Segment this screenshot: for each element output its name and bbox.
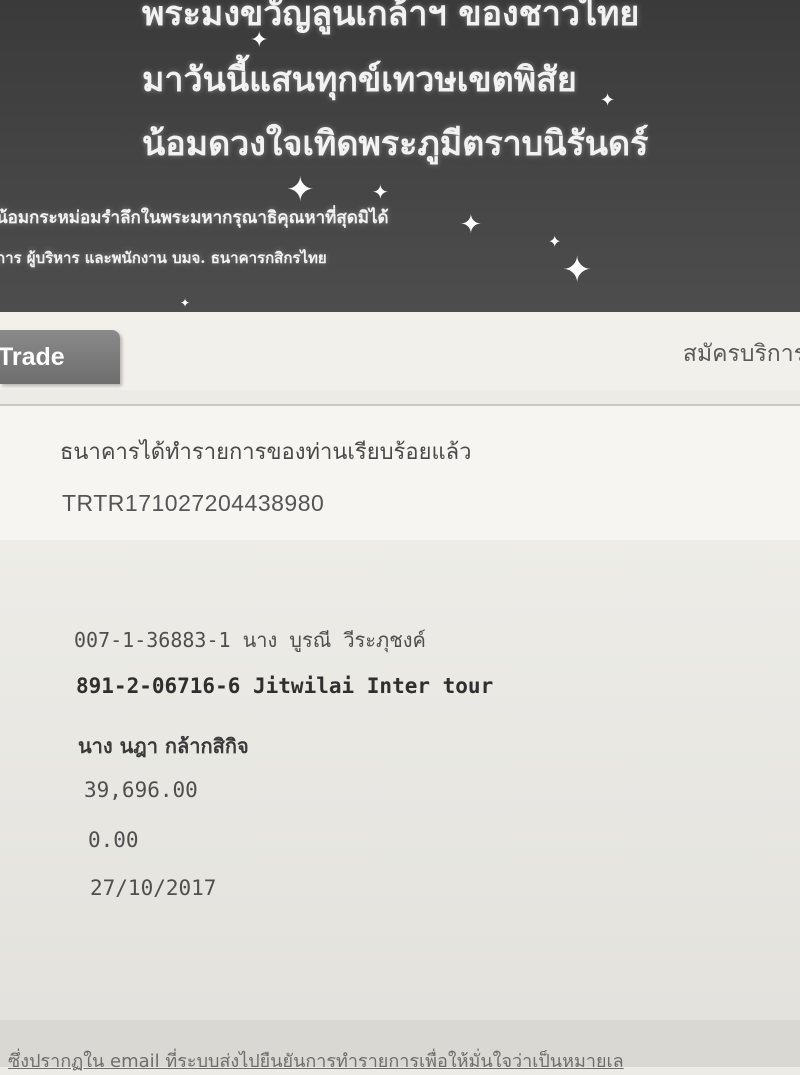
sparkle-icon: ✦	[600, 90, 616, 111]
sparkle-icon: ✦	[286, 170, 315, 210]
transfer-amount: 39,696.00	[84, 778, 198, 802]
memorial-banner: พระมงขวัญลูนเกล้าฯ ของชาวไทย มาวันนี้แสน…	[0, 0, 800, 312]
reference-number: TRTR171027204438980	[62, 490, 325, 516]
success-message: ธนาคารได้ทำรายการของท่านเรียบร้อยแล้ว	[60, 440, 472, 465]
from-account: 007-1-36883-1 นาง บูรณี วีระภุชงค์	[74, 628, 426, 652]
recipient-name: นาง นฎา กล้ากสิกิจ	[78, 734, 249, 758]
sparkle-icon: ✦	[180, 296, 191, 310]
transaction-date: 27/10/2017	[90, 876, 217, 900]
transaction-result-panel: ธนาคารได้ทำรายการของท่านเรียบร้อยแล้ว TR…	[0, 404, 800, 542]
tab-trade-label: Trade	[0, 343, 65, 371]
sparkle-icon: ✦	[562, 250, 593, 291]
to-account: 891-2-06716-6 Jitwilai Inter tour	[76, 674, 494, 698]
transaction-details: 007-1-36883-1 นาง บูรณี วีระภุชงค์ 891-2…	[0, 540, 800, 1020]
banner-line-5: การ ผู้บริหาร และพนักงาน บมจ. ธนาคารกสิก…	[0, 249, 327, 267]
tab-bar: Trade สมัครบริการ	[0, 312, 800, 390]
sparkle-icon: ✦	[460, 210, 482, 240]
sparkle-icon: ✦	[250, 28, 269, 53]
tab-trade[interactable]: Trade	[0, 330, 120, 384]
sparkle-icon: ✦	[548, 232, 562, 251]
banner-line-4: น้อมกระหม่อมรำลึกในพระมหากรุณาธิคุณหาที่…	[0, 208, 389, 228]
footer-note: ซึ่งปรากฏใน email ที่ระบบส่งไปยืนยันการท…	[8, 1051, 624, 1072]
register-service-link[interactable]: สมัครบริการ	[683, 336, 800, 372]
sparkle-icon: ✦	[372, 180, 389, 204]
footer-note-area: ซึ่งปรากฏใน email ที่ระบบส่งไปยืนยันการท…	[0, 1020, 800, 1072]
banner-line-3: น้อมดวงใจเทิดพระภูมีตราบนิรันดร์	[142, 124, 649, 164]
transfer-fee: 0.00	[88, 828, 139, 852]
banner-line-2: มาวันนี้แสนทุกข์เทวษเขตพิสัย	[142, 60, 577, 100]
banner-line-1: พระมงขวัญลูนเกล้าฯ ของชาวไทย	[142, 0, 640, 34]
